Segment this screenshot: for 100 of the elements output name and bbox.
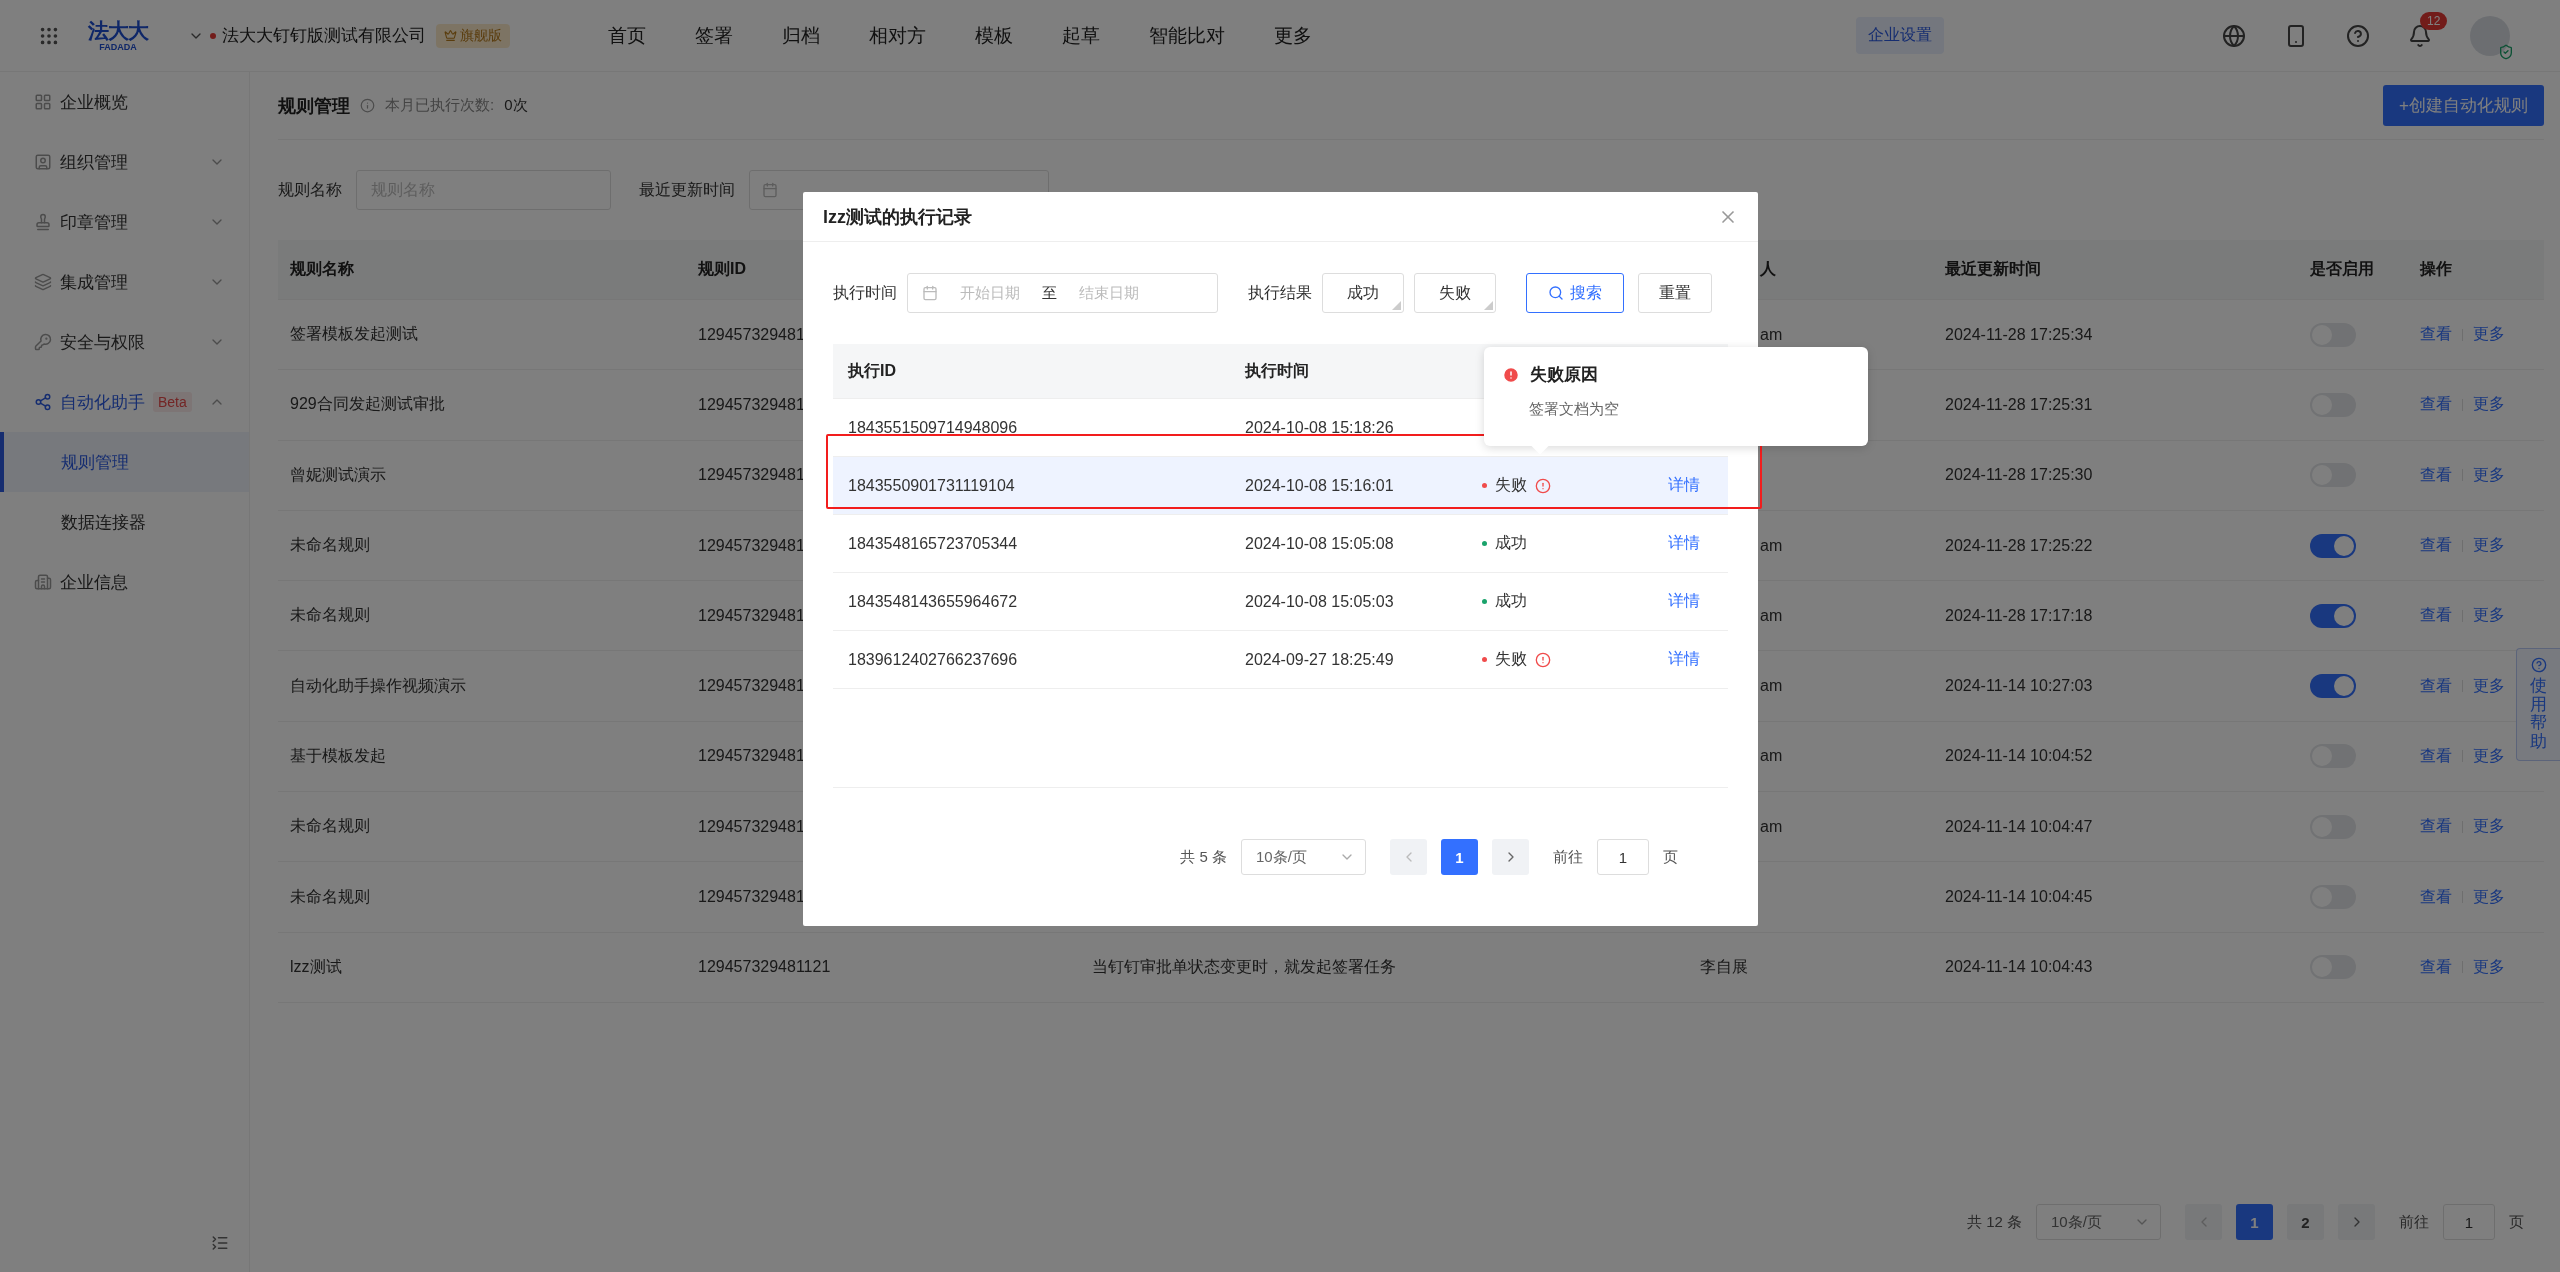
nav-item[interactable]: 首页 (608, 22, 646, 49)
action-link[interactable]: 更多 (2473, 745, 2505, 767)
result-option[interactable]: 失败 (1414, 273, 1496, 313)
sidebar-subitem[interactable]: 数据连接器 (0, 492, 249, 552)
logo: 法大大 FADADA (88, 19, 148, 52)
next-page-button[interactable] (2338, 1204, 2375, 1240)
action-link[interactable]: 查看 (2420, 886, 2452, 908)
result-option[interactable]: 成功 (1322, 273, 1404, 313)
sidebar-item[interactable]: 自动化助手 Beta (0, 372, 249, 432)
status-dot (210, 32, 216, 39)
page-unit: 页 (1663, 847, 1678, 867)
details-link[interactable]: 详情 (1668, 476, 1700, 493)
action-link[interactable]: 查看 (2420, 324, 2452, 346)
help-icon[interactable] (2346, 23, 2370, 48)
sidebar-item[interactable]: 组织管理 (0, 132, 249, 192)
action-link[interactable]: 更多 (2473, 675, 2505, 697)
table-cell-text: 2024-10-08 15:05:08 (1244, 534, 1395, 553)
action-link[interactable]: 更多 (2473, 324, 2505, 346)
nav-item[interactable]: 起草 (1062, 22, 1100, 49)
enable-toggle[interactable] (2310, 533, 2356, 558)
goto-label: 前往 (1553, 847, 1583, 867)
action-link[interactable]: 查看 (2420, 675, 2452, 697)
collapse-sidebar-icon[interactable] (211, 1234, 229, 1252)
action-link[interactable]: 查看 (2420, 394, 2452, 416)
action-link[interactable]: 查看 (2420, 816, 2452, 838)
search-button[interactable]: 搜索 (1526, 273, 1624, 313)
action-link[interactable]: 查看 (2420, 745, 2452, 767)
column-header: 执行时间 (1243, 360, 1310, 381)
table-cell: 129457329481 (698, 395, 805, 414)
table-cell: 2024-11-14 10:04:52 (1945, 747, 2093, 766)
table-cell: am (1760, 817, 1783, 836)
alert-icon[interactable] (1535, 651, 1551, 668)
details-link[interactable]: 详情 (1668, 592, 1700, 609)
action-link[interactable]: 更多 (2473, 605, 2505, 627)
action-link[interactable]: 更多 (2473, 956, 2505, 978)
action-link[interactable]: 更多 (2473, 535, 2505, 557)
nav-item[interactable]: 更多 (1274, 22, 1312, 49)
next-page-button[interactable] (1492, 839, 1529, 875)
help-panel[interactable]: 使用帮助 (2516, 648, 2560, 761)
edition-badge: 旗舰版 (436, 23, 510, 48)
page-size-select[interactable]: 10条/页 (2036, 1204, 2161, 1240)
sidebar-subitem[interactable]: 规则管理 (0, 432, 249, 492)
nav-item[interactable]: 智能比对 (1149, 22, 1225, 49)
reset-button[interactable]: 重置 (1638, 273, 1712, 313)
sidebar-item[interactable]: 企业概览 (0, 72, 249, 132)
nav-item[interactable]: 归档 (782, 22, 820, 49)
page-size-select[interactable]: 10条/页 (1241, 839, 1366, 875)
status-text: 失败 (1495, 475, 1527, 495)
monthly-count-value: 0次 (504, 96, 528, 115)
column-header: 是否启用 (2309, 259, 2375, 279)
sidebar-item[interactable]: 集成管理 (0, 252, 249, 312)
enable-toggle[interactable] (2310, 603, 2356, 628)
column-header: 执行ID (846, 360, 897, 381)
status-text: 成功 (1495, 591, 1527, 611)
enable-toggle[interactable] (2310, 674, 2356, 699)
menu-icon (34, 213, 52, 231)
status-dot (1482, 599, 1487, 604)
goto-label: 前往 (2399, 1212, 2429, 1232)
action-link[interactable]: 查看 (2420, 535, 2452, 557)
table-cell-text: lzz测试 (290, 956, 342, 977)
page-button[interactable]: 1 (1441, 839, 1478, 875)
settings-button[interactable]: 企业设置 (1856, 17, 1944, 54)
page-button[interactable]: 2 (2287, 1204, 2324, 1240)
date-range-field[interactable]: 开始日期 至 结束日期 (907, 273, 1218, 313)
page-input[interactable]: 1 (1597, 839, 1649, 875)
nav-item[interactable]: 相对方 (869, 22, 926, 49)
action-link[interactable]: 更多 (2473, 886, 2505, 908)
column-header: 规则名称 (289, 259, 355, 279)
details-link[interactable]: 详情 (1668, 650, 1700, 667)
action-link[interactable]: 更多 (2473, 394, 2505, 416)
table-cell-text: 2024-10-08 15:16:01 (1244, 476, 1395, 495)
action-link[interactable]: 查看 (2420, 605, 2452, 627)
globe-icon[interactable] (2222, 23, 2246, 48)
sidebar-item[interactable]: 安全与权限 (0, 312, 249, 372)
sidebar-item[interactable]: 印章管理 (0, 192, 249, 252)
menu-icon (34, 393, 52, 411)
action-link[interactable]: 更多 (2473, 816, 2505, 838)
nav-item[interactable]: 签署 (695, 22, 733, 49)
company-name[interactable]: 法大大钉钉版测试有限公司 (222, 24, 426, 47)
page-button[interactable]: 1 (2236, 1204, 2273, 1240)
action-link[interactable]: 查看 (2420, 464, 2452, 486)
filter-label: 规则名称 (278, 179, 342, 200)
bell-icon[interactable] (2408, 23, 2432, 48)
action-link[interactable]: 查看 (2420, 956, 2452, 978)
monthly-count-label: 本月已执行次数: (385, 96, 495, 115)
sidebar-item[interactable]: 企业信息 (0, 552, 249, 612)
alert-icon[interactable] (1535, 477, 1551, 494)
page-input[interactable]: 1 (2443, 1204, 2495, 1240)
create-rule-button[interactable]: +创建自动化规则 (2383, 85, 2544, 126)
table-cell: 129457329481121 (698, 958, 831, 977)
details-link[interactable]: 详情 (1668, 534, 1700, 551)
table-cell-text: 1843548165723705344 (847, 534, 1019, 553)
table-cell: am (1760, 606, 1783, 625)
table-cell-text: 曾妮测试演示 (290, 464, 386, 485)
action-link[interactable]: 更多 (2473, 464, 2505, 486)
nav-item[interactable]: 模板 (975, 22, 1013, 49)
menu-icon (34, 273, 52, 291)
table-cell-text: 未命名规则 (290, 886, 370, 907)
table-cell: am (1760, 747, 1783, 766)
record-row[interactable]: 1843550901731119104 2024-10-08 15:16:01 失败 详情 (833, 457, 1728, 515)
